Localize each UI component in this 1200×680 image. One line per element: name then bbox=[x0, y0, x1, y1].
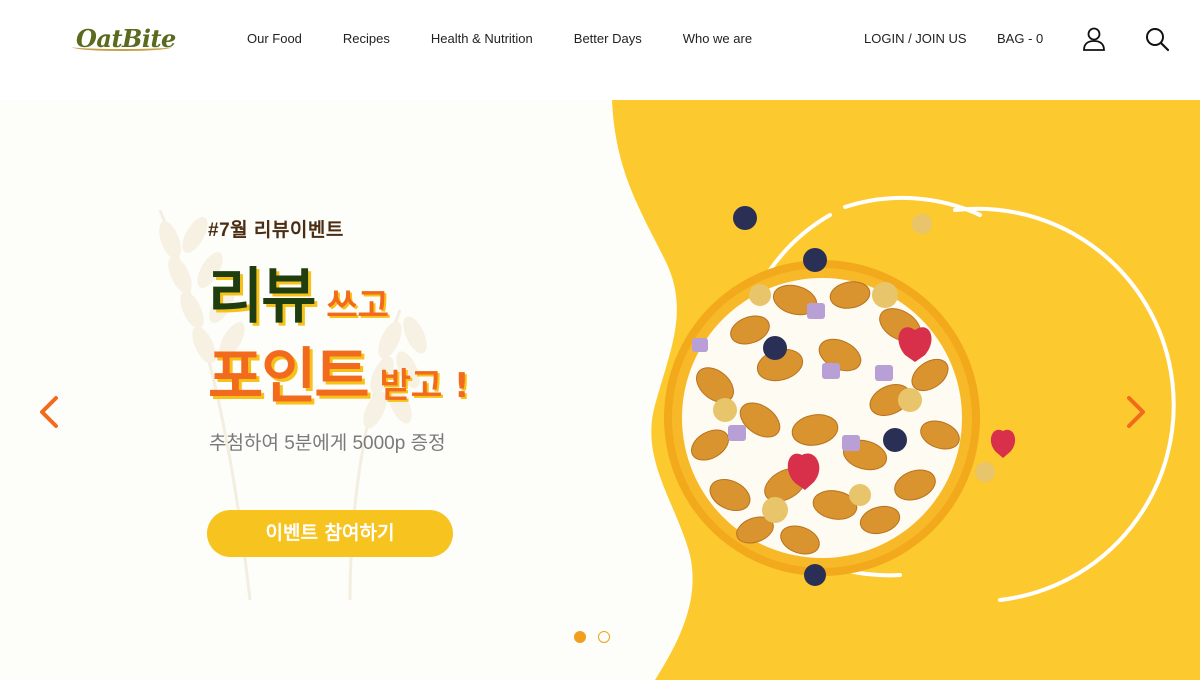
slide-dot-2[interactable] bbox=[598, 631, 610, 643]
nav-item-recipes[interactable]: Recipes bbox=[343, 31, 390, 46]
cereal-bowl-image bbox=[664, 195, 1176, 602]
hero-banner: #7월 리뷰이벤트 리뷰 쓰고 포인트 받고 ! 추첨하여 5분에게 5000p 증… bbox=[0, 100, 1200, 680]
bag-link[interactable]: BAG - 0 bbox=[997, 31, 1043, 46]
headline-word-receive: 받고 ! bbox=[379, 366, 470, 406]
main-nav: Our Food Recipes Health & Nutrition Bett… bbox=[247, 31, 752, 46]
headline-word-review: 리뷰 bbox=[208, 262, 316, 332]
logo-swoosh bbox=[72, 43, 172, 51]
event-tag: #7월 리뷰이벤트 bbox=[208, 220, 344, 241]
brand-logo[interactable]: OatBite bbox=[72, 24, 176, 53]
hero-sub-copy: 추첨하여 5분에게 5000p 증정 bbox=[209, 433, 446, 454]
login-join-link[interactable]: LOGIN / JOIN US bbox=[864, 31, 967, 46]
site-header: OatBite Our Food Recipes Health & Nutrit… bbox=[0, 0, 1200, 100]
headline-word-write: 쓰고 bbox=[326, 286, 389, 326]
nav-item-better-days[interactable]: Better Days bbox=[574, 31, 642, 46]
slide-dot-1[interactable] bbox=[574, 631, 586, 643]
headline-line-1: 리뷰 쓰고 bbox=[208, 248, 389, 335]
user-icon[interactable] bbox=[1081, 26, 1107, 52]
chevron-left-icon[interactable] bbox=[34, 390, 64, 434]
nav-item-our-food[interactable]: Our Food bbox=[247, 31, 302, 46]
nav-item-health-nutrition[interactable]: Health & Nutrition bbox=[431, 31, 533, 46]
search-icon[interactable] bbox=[1144, 26, 1170, 52]
slide-pagination bbox=[574, 631, 610, 643]
headline-line-2: 포인트 받고 ! bbox=[208, 328, 470, 415]
headline-word-point: 포인트 bbox=[208, 342, 370, 412]
join-event-button[interactable]: 이벤트 참여하기 bbox=[207, 510, 453, 557]
nav-item-who-we-are[interactable]: Who we are bbox=[683, 31, 752, 46]
